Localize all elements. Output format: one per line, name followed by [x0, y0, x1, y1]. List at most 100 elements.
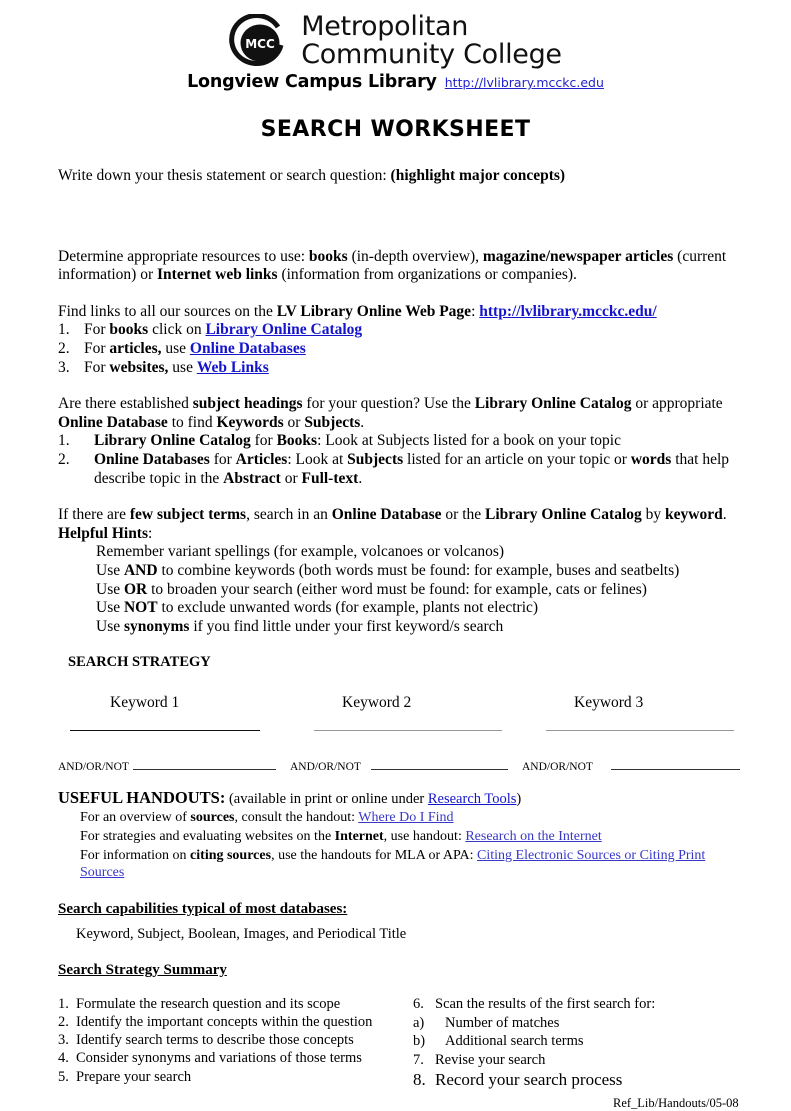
- sh-t2: for your question? Use the: [302, 395, 475, 413]
- keyword-labels-row: Keyword 1 Keyword 2 Keyword 3: [58, 694, 745, 713]
- keyword-1-blank-line[interactable]: [70, 730, 260, 732]
- wordmark-line-1: Metropolitan: [301, 11, 469, 42]
- list-text: Formulate the research question and its …: [76, 996, 341, 1013]
- step3-bold: websites,: [109, 358, 169, 376]
- keyword-3-blank-cell: [532, 730, 764, 732]
- andornot-blank-1[interactable]: [132, 759, 276, 771]
- handout1-pre: For strategies and evaluating websites o…: [80, 829, 335, 845]
- list-text: Revise your search: [435, 1051, 546, 1068]
- online-databases-link[interactable]: Online Databases: [190, 340, 306, 357]
- sh-t6: .: [360, 413, 365, 431]
- hint-item: Use AND to combine keywords (both words …: [96, 562, 745, 581]
- list-item: 3. Identify search terms to describe tho…: [58, 1031, 413, 1049]
- ft-t2: , search in an: [246, 506, 332, 524]
- list-text: Record your search process: [435, 1070, 623, 1090]
- handouts-sub-post: ): [516, 791, 522, 808]
- thesis-prompt: Write down your thesis statement or sear…: [58, 167, 745, 186]
- summary-left-list: 1. Formulate the research question and i…: [58, 995, 413, 1111]
- hint4-post: if you find little under your first keyw…: [189, 617, 504, 635]
- list-marker: 1.: [58, 996, 69, 1013]
- campus-url-link[interactable]: http://lvlibrary.mcckc.edu: [445, 75, 604, 90]
- list-text: Additional search terms: [445, 1033, 584, 1050]
- resources-b1: books: [308, 247, 348, 265]
- list-text: Number of matches: [445, 1014, 560, 1031]
- list-item: 6. Scan the results of the first search …: [413, 995, 745, 1014]
- list-item: 1. Formulate the research question and i…: [58, 995, 413, 1013]
- lv-library-link[interactable]: http://lvlibrary.mcckc.edu/: [479, 303, 656, 320]
- helpful-hints-colon: :: [148, 524, 153, 542]
- list-marker: 1.: [58, 321, 70, 339]
- sh1-mid: for: [250, 432, 277, 450]
- andornot-cell-1: AND/OR/NOT: [58, 759, 290, 775]
- list-item: 7. Revise your search: [413, 1051, 745, 1070]
- resources-b2: magazine/newspaper articles: [482, 247, 674, 265]
- sh2-bold: Online Databases: [94, 450, 210, 468]
- sh-b3: Online Database: [58, 413, 168, 431]
- find-links-paragraph: Find links to all our sources on the LV …: [58, 303, 745, 322]
- list-marker: 2.: [58, 339, 70, 357]
- keyword-2-blank-line[interactable]: [314, 730, 502, 732]
- handout2-bold: citing sources: [190, 848, 272, 864]
- list-text: For books click on Library Online Catalo…: [84, 321, 362, 340]
- andornot-label-3: AND/OR/NOT: [522, 761, 593, 774]
- list-marker: 8.: [413, 1070, 426, 1090]
- andornot-blank-3[interactable]: [610, 759, 740, 771]
- search-capabilities-body: Keyword, Subject, Boolean, Images, and P…: [76, 925, 407, 942]
- thesis-prompt-text: Write down your thesis statement or sear…: [58, 167, 387, 184]
- ft-t3: or the: [441, 506, 486, 524]
- list-text: Library Online Catalog for Books: Look a…: [94, 432, 621, 451]
- andornot-cell-2: AND/OR/NOT: [290, 759, 522, 775]
- page-header: MCC Metropolitan Community College Longv…: [0, 0, 791, 92]
- hint1-pre: Use: [96, 561, 124, 579]
- ft-b1: few subject terms: [129, 506, 247, 524]
- sh-b1: subject headings: [192, 395, 303, 413]
- source-steps-list: 1. For books click on Library Online Cat…: [58, 321, 745, 377]
- keyword-3-label: Keyword 3: [574, 693, 644, 711]
- thesis-emphasis: (highlight major concepts): [390, 167, 566, 184]
- keyword-3-blank-line[interactable]: [546, 730, 734, 732]
- andornot-blank-2[interactable]: [370, 759, 508, 771]
- summary-right-list: 6. Scan the results of the first search …: [413, 995, 745, 1111]
- keyword-2-label: Keyword 2: [342, 693, 412, 711]
- sh2-bold6: Full-text: [301, 469, 359, 487]
- web-links-link[interactable]: Web Links: [197, 359, 269, 376]
- list-item: 5. Prepare your search: [58, 1068, 413, 1086]
- ft-b2: Online Database: [331, 506, 442, 524]
- step1-bold: books: [109, 321, 149, 339]
- sh2-rest2: listed for an article on your topic or: [403, 450, 631, 468]
- sh1-bold: Library Online Catalog: [94, 432, 251, 450]
- list-marker: 3.: [58, 1032, 69, 1049]
- step1-mid: click on: [148, 321, 206, 339]
- summary-right-tail: 7. Revise your search 8. Record your sea…: [413, 1051, 745, 1091]
- research-on-the-internet-link[interactable]: Research on the Internet: [465, 829, 601, 844]
- sh1-bold2: Books: [276, 432, 318, 450]
- helpful-hints-list: Remember variant spellings (for example,…: [58, 543, 745, 636]
- hint3-post: to exclude unwanted words (for example, …: [157, 599, 539, 617]
- page-title: SEARCH WORKSHEET: [260, 117, 531, 142]
- keyword-1-label: Keyword 1: [110, 693, 180, 711]
- handout1-bold: Internet: [334, 829, 384, 845]
- list-text: For articles, use Online Databases: [84, 340, 306, 359]
- sh2-bold3: Subjects: [347, 450, 404, 468]
- keyword-2-blank-cell: [300, 730, 532, 732]
- list-marker: 1.: [58, 432, 70, 450]
- list-marker: 4.: [58, 1050, 69, 1067]
- library-online-catalog-link[interactable]: Library Online Catalog: [205, 321, 362, 338]
- list-marker: 2.: [58, 1014, 69, 1031]
- resources-b3: Internet web links: [157, 266, 278, 284]
- handout-line: For information on citing sources, use t…: [58, 848, 745, 882]
- list-marker: b): [413, 1033, 426, 1050]
- sh2-rest5: .: [358, 469, 363, 487]
- step2-mid: use: [161, 339, 190, 357]
- ft-t1: If there are: [58, 506, 130, 524]
- list-marker: 7.: [413, 1051, 424, 1068]
- summary-columns: 1. Formulate the research question and i…: [58, 995, 745, 1111]
- where-do-i-find-link[interactable]: Where Do I Find: [358, 810, 453, 825]
- sh-t3: or appropriate: [631, 395, 723, 413]
- thesis-blank-area: [58, 186, 745, 248]
- list-text: For websites, use Web Links: [84, 359, 269, 378]
- keyword-blank-lines-row: [58, 730, 745, 732]
- keyword-1-blank-cell: [68, 730, 300, 732]
- subject-headings-list: 1. Library Online Catalog for Books: Loo…: [58, 432, 745, 488]
- research-tools-link[interactable]: Research Tools: [428, 791, 517, 807]
